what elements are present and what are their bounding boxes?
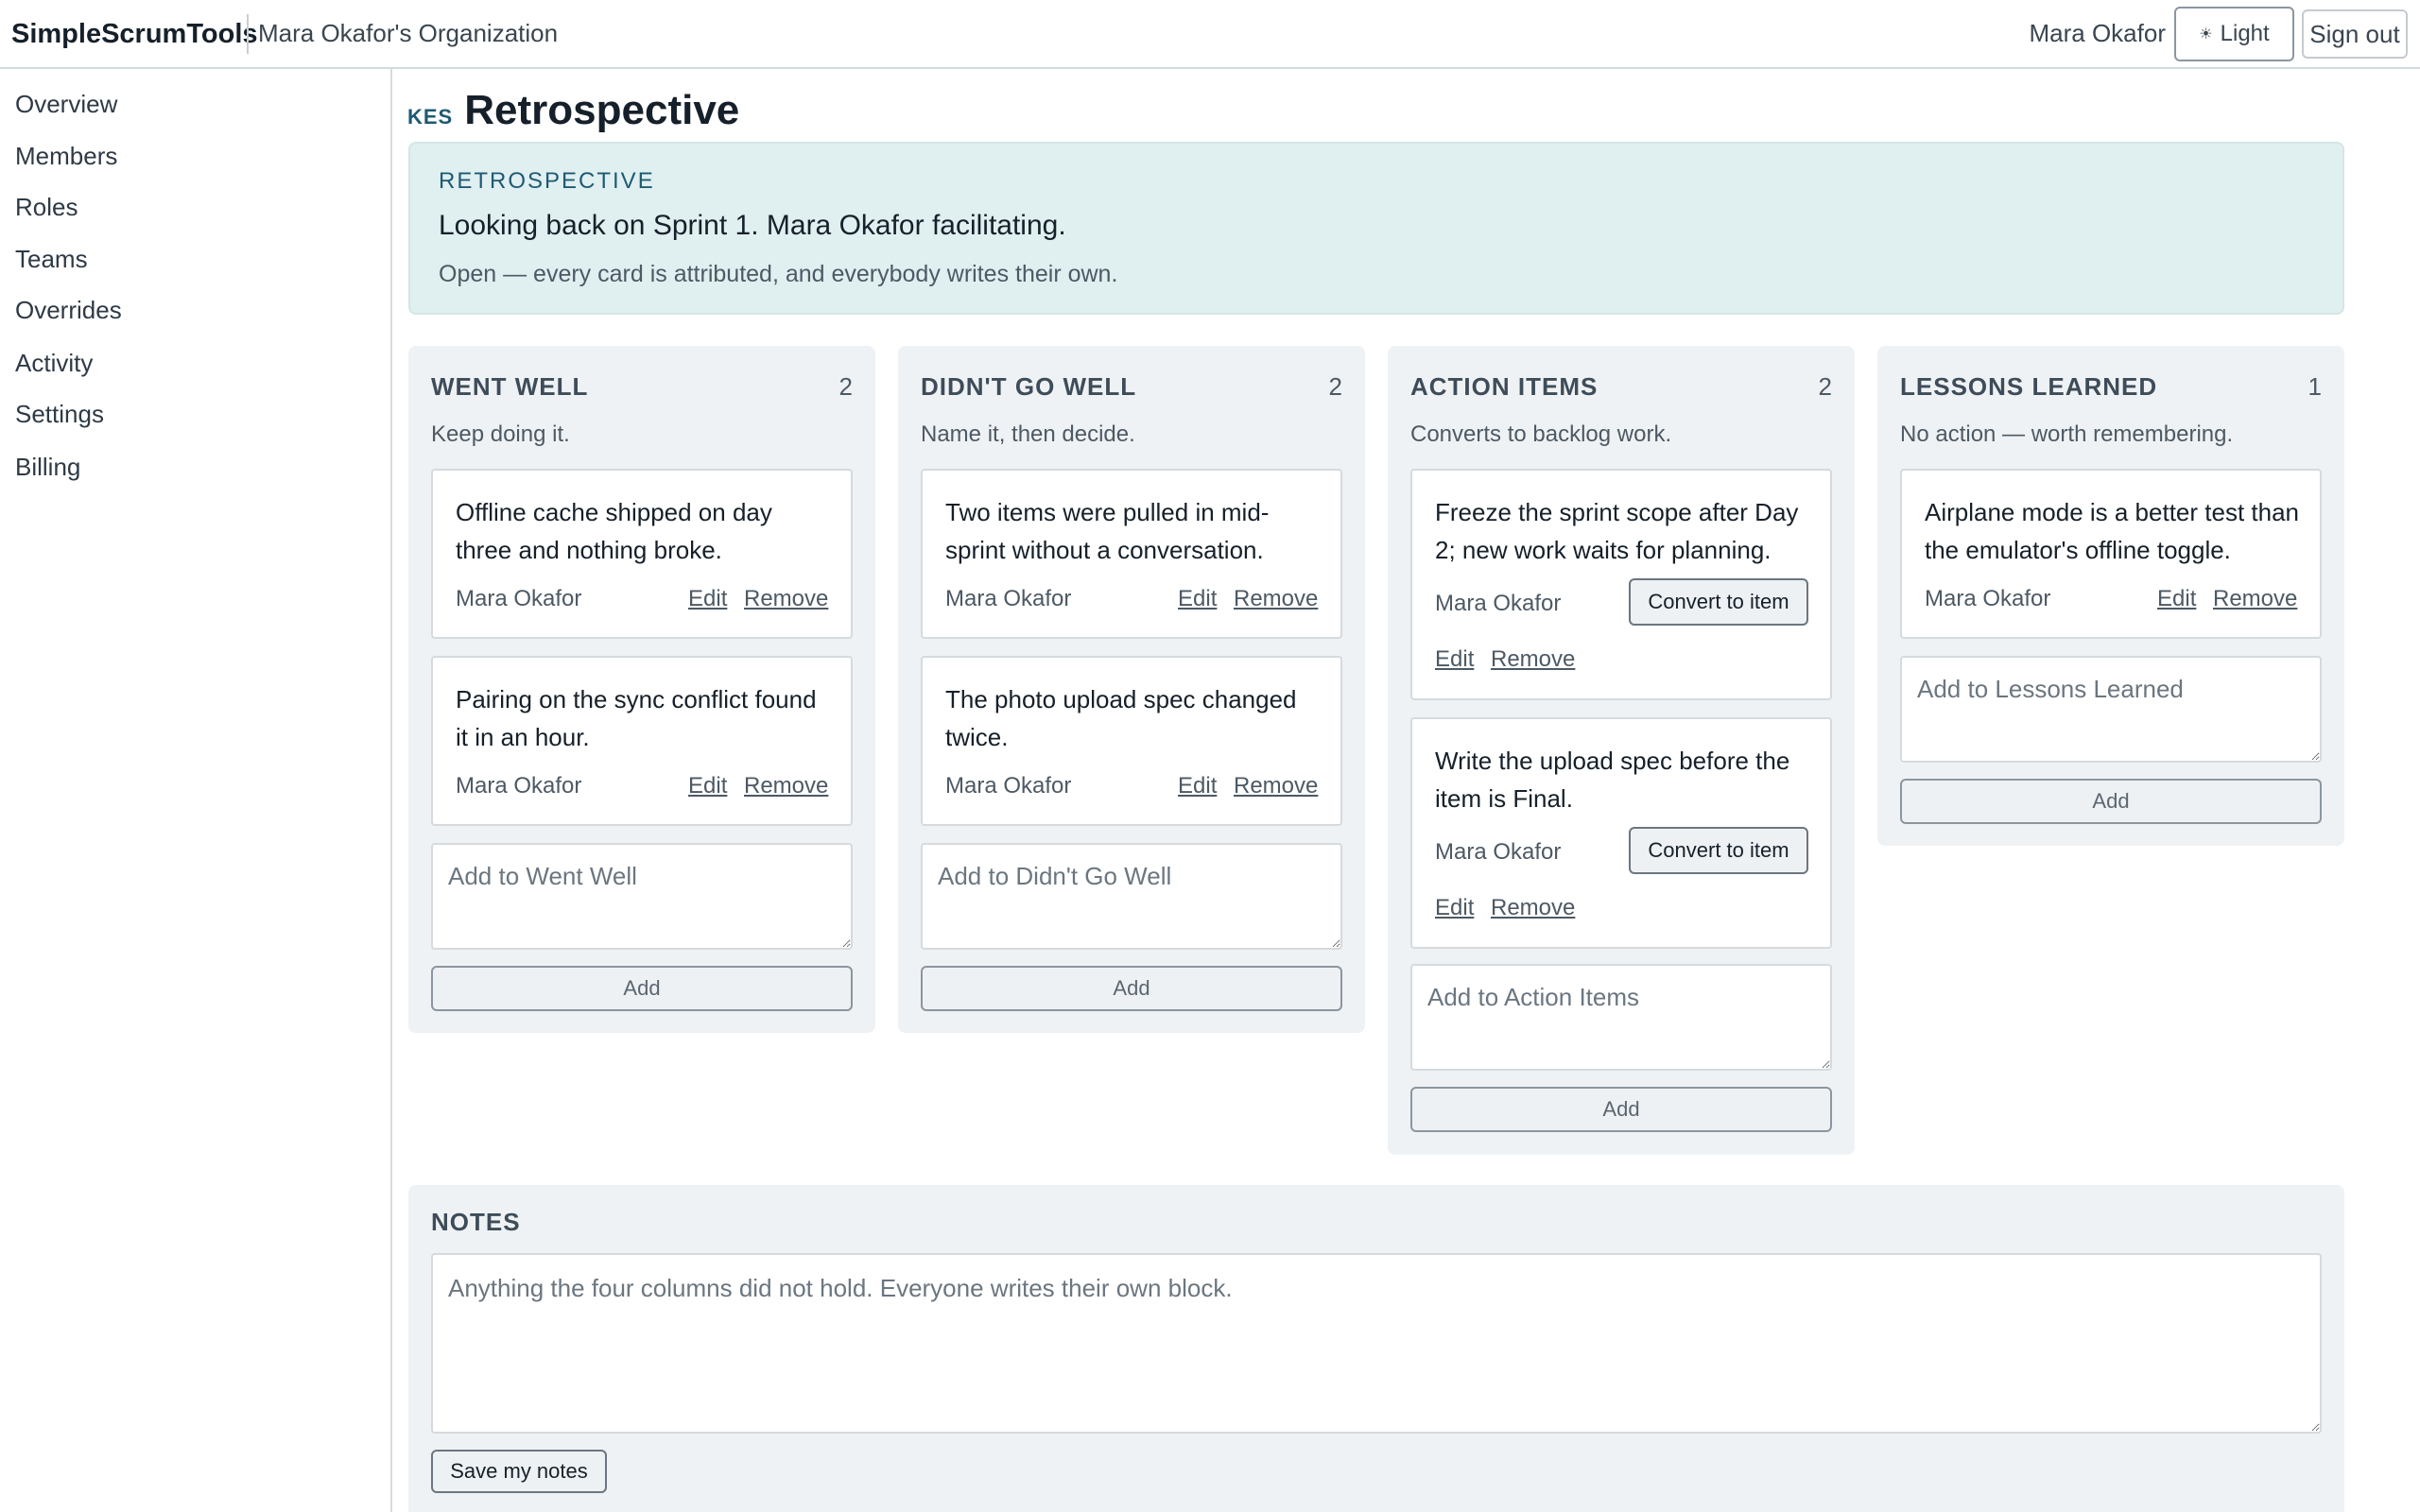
page-title: Retrospective [464, 87, 740, 133]
add-card-button[interactable]: Add [921, 966, 1342, 1011]
card-text: Offline cache shipped on day three and n… [456, 498, 772, 564]
column-count: 2 [838, 372, 853, 401]
banner-kicker: RETROSPECTIVE [439, 168, 655, 194]
column-count: 2 [1328, 372, 1342, 401]
sign-out-button[interactable]: Sign out [2302, 9, 2408, 59]
column-title: ACTION ITEMS [1410, 372, 1599, 401]
retro-card: Two items were pulled in mid-sprint with… [921, 469, 1342, 639]
current-user-name: Mara Okafor [2029, 19, 2167, 47]
sun-icon: ☀ [2199, 26, 2213, 43]
card-text: Two items were pulled in mid-sprint with… [945, 498, 1270, 564]
column-subtitle: No action — worth remembering. [1900, 421, 2234, 447]
card-remove-link[interactable]: Remove [2213, 586, 2297, 612]
retro-card: Freeze the sprint scope after Day 2; new… [1410, 469, 1832, 700]
card-text: Airplane mode is a better test than the … [1925, 498, 2300, 564]
retro-banner: RETROSPECTIVE Looking back on Sprint 1. … [408, 142, 2344, 315]
sidebar-item-members[interactable]: Members [15, 142, 117, 171]
retro-card: Pairing on the sync conflict found it in… [431, 656, 853, 826]
add-card-input[interactable] [921, 843, 1342, 950]
card-edit-link[interactable]: Edit [1435, 646, 1474, 673]
card-edit-link[interactable]: Edit [1178, 586, 1217, 612]
sidebar-item-billing[interactable]: Billing [15, 453, 80, 482]
brand-divider [247, 14, 249, 54]
column-count: 2 [1818, 372, 1832, 401]
column-title: WENT WELL [431, 372, 589, 401]
column-subtitle: Keep doing it. [431, 421, 570, 447]
retro-card: The photo upload spec changed twice. Mar… [921, 656, 1342, 826]
add-card-button[interactable]: Add [431, 966, 853, 1011]
card-remove-link[interactable]: Remove [1234, 586, 1318, 612]
theme-toggle-label: Light [2220, 21, 2270, 46]
card-author: Mara Okafor [456, 773, 582, 799]
card-author: Mara Okafor [1435, 591, 1562, 616]
notes-title: NOTES [431, 1208, 521, 1236]
convert-to-item-button[interactable]: Convert to item [1629, 578, 1808, 626]
column-didnt-go-well: DIDN'T GO WELL 2 Name it, then decide. T… [898, 346, 1365, 1033]
card-edit-link[interactable]: Edit [1178, 773, 1217, 799]
card-text: The photo upload spec changed twice. [945, 685, 1297, 751]
save-notes-button[interactable]: Save my notes [431, 1450, 607, 1493]
banner-note: Open — every card is attributed, and eve… [439, 261, 1118, 287]
add-card-button[interactable]: Add [1410, 1087, 1832, 1132]
project-key: KES [407, 105, 454, 129]
sidebar-item-activity[interactable]: Activity [15, 349, 93, 378]
add-card-button[interactable]: Add [1900, 779, 2322, 824]
card-author: Mara Okafor [1435, 839, 1562, 865]
column-subtitle: Converts to backlog work. [1410, 421, 1672, 447]
card-text: Write the upload spec before the item is… [1435, 747, 1790, 813]
card-text: Pairing on the sync conflict found it in… [456, 685, 817, 751]
sidebar-nav: Overview Members Roles Teams Overrides A… [0, 69, 392, 1512]
card-author: Mara Okafor [945, 586, 1072, 611]
column-count: 1 [2308, 372, 2322, 401]
organization-name: Mara Okafor's Organization [258, 19, 559, 47]
column-subtitle: Name it, then decide. [921, 421, 1135, 447]
add-card-input[interactable] [431, 843, 853, 950]
retro-card: Airplane mode is a better test than the … [1900, 469, 2322, 639]
sidebar-item-overview[interactable]: Overview [15, 90, 117, 119]
page-header: KES Retrospective [407, 87, 739, 134]
card-text: Freeze the sprint scope after Day 2; new… [1435, 498, 1799, 564]
retro-card: Write the upload spec before the item is… [1410, 717, 1832, 949]
column-action-items: ACTION ITEMS 2 Converts to backlog work.… [1388, 346, 1855, 1155]
sidebar-item-settings[interactable]: Settings [15, 400, 104, 429]
column-lessons-learned: LESSONS LEARNED 1 No action — worth reme… [1877, 346, 2344, 846]
column-went-well: WENT WELL 2 Keep doing it. Offline cache… [408, 346, 875, 1033]
card-remove-link[interactable]: Remove [744, 773, 828, 799]
sidebar-item-overrides[interactable]: Overrides [15, 296, 122, 325]
brand-logo[interactable]: SimpleScrumTools [11, 19, 258, 50]
card-remove-link[interactable]: Remove [744, 586, 828, 612]
card-author: Mara Okafor [1925, 586, 2051, 611]
column-title: DIDN'T GO WELL [921, 372, 1137, 401]
banner-headline: Looking back on Sprint 1. Mara Okafor fa… [439, 210, 1066, 241]
sidebar-item-roles[interactable]: Roles [15, 193, 78, 222]
column-title: LESSONS LEARNED [1900, 372, 2158, 401]
card-edit-link[interactable]: Edit [1435, 895, 1474, 921]
top-bar: SimpleScrumTools Mara Okafor's Organizat… [0, 0, 2420, 69]
card-edit-link[interactable]: Edit [688, 773, 727, 799]
card-remove-link[interactable]: Remove [1491, 646, 1575, 673]
card-edit-link[interactable]: Edit [688, 586, 727, 612]
card-edit-link[interactable]: Edit [2157, 586, 2196, 612]
retro-card: Offline cache shipped on day three and n… [431, 469, 853, 639]
card-remove-link[interactable]: Remove [1491, 895, 1575, 921]
notes-input[interactable] [431, 1253, 2322, 1434]
card-author: Mara Okafor [456, 586, 582, 611]
sidebar-item-teams[interactable]: Teams [15, 245, 88, 274]
convert-to-item-button[interactable]: Convert to item [1629, 827, 1808, 874]
card-remove-link[interactable]: Remove [1234, 773, 1318, 799]
notes-section: NOTES Save my notes [408, 1185, 2344, 1512]
add-card-input[interactable] [1900, 656, 2322, 763]
card-author: Mara Okafor [945, 773, 1072, 799]
add-card-input[interactable] [1410, 964, 1832, 1071]
theme-toggle-button[interactable]: ☀ Light [2174, 7, 2294, 61]
